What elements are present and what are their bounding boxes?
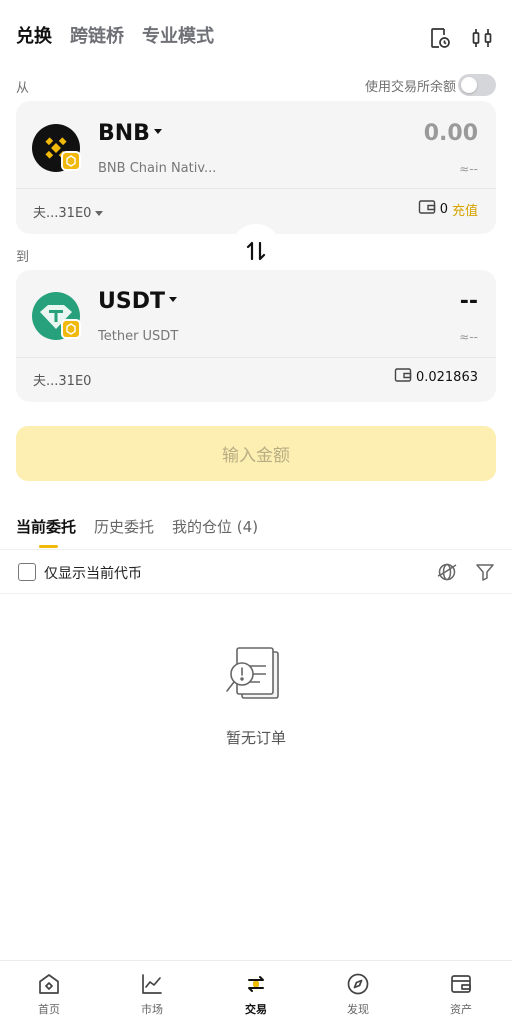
nav-home[interactable]: 首页 [9,971,89,1017]
trade-icon [248,976,264,992]
from-wallet-address: 夫...31E0 [33,206,92,221]
tab-swap[interactable]: 兑换 [16,22,52,48]
to-token-symbol: USDT [98,289,165,314]
tab-my-positions[interactable]: 我的仓位 (4) [172,516,258,537]
tab-order-history[interactable]: 历史委托 [94,516,154,537]
candlestick-icon[interactable] [470,26,494,50]
nav-assets-label: 资产 [450,1003,472,1016]
tab-current-orders[interactable]: 当前委托 [16,516,76,537]
tab-bridge[interactable]: 跨链桥 [70,22,124,48]
from-amount-fiat: ≈-- [459,162,478,176]
nav-market-label: 市场 [141,1003,163,1016]
toggle-knob [461,77,477,93]
divider [16,357,496,358]
nav-market[interactable]: 市场 [112,971,192,1017]
to-wallet-address: 夫...31E0 [33,374,92,389]
from-token-selector[interactable]: BNB [98,121,162,146]
to-token-name: Tether USDT [98,329,179,344]
wallet-icon [418,199,436,219]
from-token-name: BNB Chain Nativ... [98,161,217,176]
assets-icon [451,975,471,993]
from-token-card: BNB BNB Chain Nativ... 0.00 ≈-- 夫...31E0… [16,101,496,234]
tab-pro-mode[interactable]: 专业模式 [142,22,214,48]
from-token-symbol: BNB [98,121,150,146]
history-icon[interactable] [428,26,452,50]
bnb-chain-badge-icon [61,151,81,171]
from-label: 从 [16,81,30,96]
globe-icon[interactable] [436,561,458,587]
only-current-token-checkbox[interactable] [18,563,36,581]
to-amount-fiat: ≈-- [459,330,478,344]
bnb-chain-badge-icon [61,319,81,339]
divider [16,188,496,189]
deposit-link[interactable]: 充值 [452,200,478,219]
chevron-down-icon [153,128,162,134]
from-wallet-selector[interactable]: 夫...31E0 [33,202,104,221]
swap-arrows-icon [246,241,266,261]
empty-state-text: 暂无订单 [225,729,286,747]
enter-amount-button[interactable]: 输入金额 [16,426,496,481]
to-amount: -- [459,289,478,314]
to-balance: 0.021863 [394,367,478,387]
from-amount-input[interactable]: 0.00 [424,121,478,146]
wallet-icon [394,367,412,387]
bottom-nav: 首页 市场 交易 发现 资产 [0,960,512,1035]
nav-trade[interactable]: 交易 [216,971,296,1017]
from-balance: 0 充值 [418,199,478,219]
home-icon [39,974,59,994]
nav-discover-label: 发现 [347,1003,369,1016]
chevron-down-icon [168,296,177,302]
divider [0,549,512,550]
to-balance-value: 0.021863 [415,369,478,385]
chevron-down-icon [95,211,104,216]
to-label: 到 [16,250,30,265]
market-chart-icon [142,974,162,994]
filter-icon[interactable] [474,561,496,587]
top-tabs: 兑换 跨链桥 专业模式 [16,22,214,48]
to-token-selector[interactable]: USDT [98,289,177,314]
nav-trade-label: 交易 [245,1003,267,1016]
exchange-balance-toggle[interactable] [458,74,496,96]
to-token-card: USDT Tether USDT -- ≈-- 夫...31E0 0.02186… [16,270,496,402]
order-tabs: 当前委托 历史委托 我的仓位 (4) [16,516,258,537]
only-current-token-label: 仅显示当前代币 [44,566,142,582]
from-balance-value: 0 [439,201,448,217]
nav-home-label: 首页 [38,1003,60,1016]
divider [0,593,512,594]
exchange-balance-label: 使用交易所余额 [364,80,456,95]
active-tab-indicator [39,545,58,548]
nav-discover[interactable]: 发现 [318,971,398,1017]
empty-document-icon [222,644,290,716]
discover-icon [347,973,369,995]
nav-assets[interactable]: 资产 [421,971,501,1017]
